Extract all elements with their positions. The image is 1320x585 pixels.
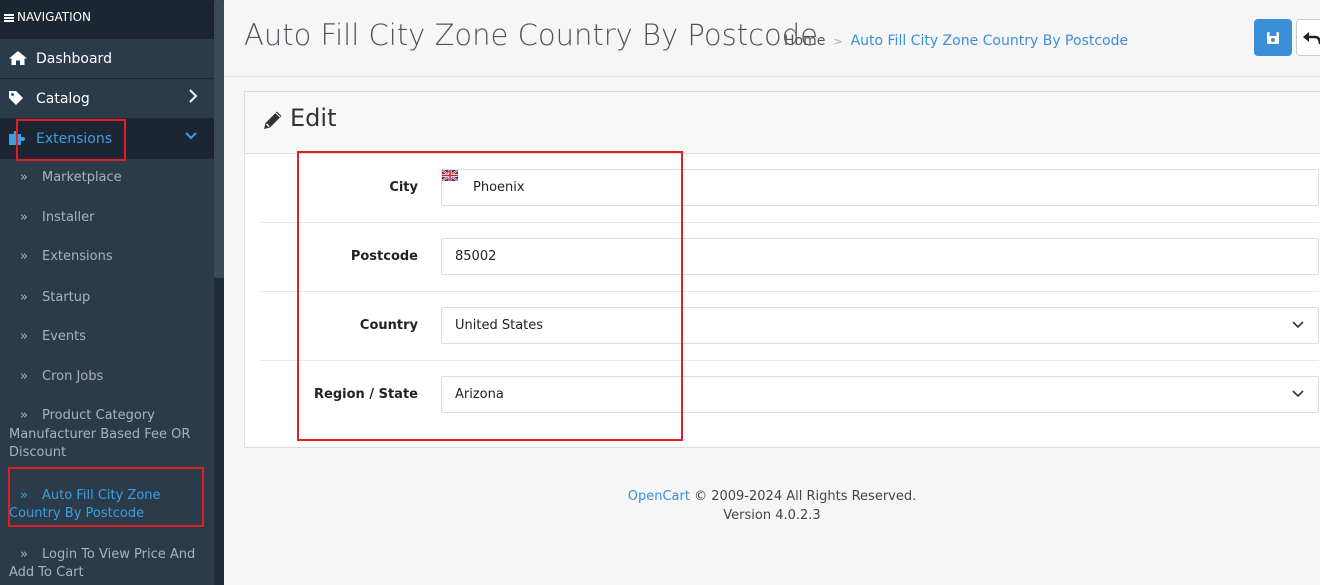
double-chevron-icon: » [20,546,28,562]
chevron-down-icon [1292,308,1304,357]
submenu-item-extensions[interactable]: » Extensions [0,237,214,277]
double-chevron-icon: » [20,249,28,264]
submenu-label: Installer [42,209,95,225]
page-header: Auto Fill City Zone Country By Postcode … [224,0,1320,77]
footer-copyright-line: OpenCart © 2009-2024 All Rights Reserved… [224,488,1320,507]
floppy-disk-icon [1267,32,1279,44]
double-chevron-icon: » [20,408,28,423]
highlight-box-extensions [16,119,126,161]
copyright-text: © 2009-2024 All Rights Reserved. [694,489,917,504]
tag-icon [8,90,24,110]
double-chevron-icon: » [20,329,28,344]
submenu-item-marketplace[interactable]: » Marketplace [0,159,214,198]
submenu-item-startup[interactable]: » Startup [0,277,214,318]
sidebar-item-catalog[interactable]: Catalog [0,79,214,119]
submenu-item-installer[interactable]: » Installer [0,198,214,238]
nav-header: NAVIGATION [0,0,214,39]
breadcrumb-home[interactable]: Home [784,33,825,49]
submenu-item-login-to-view[interactable]: » Login To View Price And Add To Cart [0,534,214,585]
sidebar-item-label: Dashboard [36,51,112,67]
chevron-right-icon [188,89,198,107]
menu-icon[interactable] [4,14,14,22]
double-chevron-icon: » [20,170,28,185]
double-chevron-icon: » [20,368,28,384]
card-title: Edit [290,104,337,132]
sidebar-item-dashboard[interactable]: Dashboard [0,39,214,79]
breadcrumb: Home > Auto Fill City Zone Country By Post… [784,33,1128,49]
double-chevron-icon: » [20,209,28,225]
submenu-item-events[interactable]: » Events [0,317,214,357]
reply-arrow-icon [1303,32,1320,45]
chevron-down-icon [1292,377,1304,426]
chevron-down-icon [184,129,198,147]
submenu-item-cron-jobs[interactable]: » Cron Jobs [0,357,214,397]
submenu-label: Events [42,329,87,344]
submenu-label: Marketplace [42,170,122,185]
highlight-box-form [297,151,683,441]
opencart-link[interactable]: OpenCart [628,489,690,504]
highlight-box-auto-fill [8,467,204,527]
home-icon [8,50,28,70]
submenu-label: Cron Jobs [42,368,104,384]
page-title: Auto Fill City Zone Country By Postcode [244,18,819,52]
breadcrumb-current[interactable]: Auto Fill City Zone Country By Postcode [851,33,1129,49]
submenu-label: Startup [42,289,91,305]
sidebar: NAVIGATION Dashboard Catalog Extensions … [0,0,224,585]
back-button[interactable] [1296,19,1320,56]
submenu-label: Extensions [42,249,113,264]
submenu-item-category-fee[interactable]: » Product Category Manufacturer Based Fee… [0,396,214,473]
sidebar-scrollbar-thumb[interactable] [214,0,224,278]
save-button[interactable] [1254,19,1292,56]
pencil-icon [261,108,285,136]
version-text: Version 4.0.2.3 [723,507,821,523]
card-header: Edit [245,92,1320,154]
breadcrumb-separator-icon: > [833,35,843,48]
sidebar-item-label: Catalog [36,91,90,107]
nav-header-label: NAVIGATION [17,10,92,24]
double-chevron-icon: » [20,289,28,305]
footer: OpenCart © 2009-2024 All Rights Reserved… [224,488,1320,525]
